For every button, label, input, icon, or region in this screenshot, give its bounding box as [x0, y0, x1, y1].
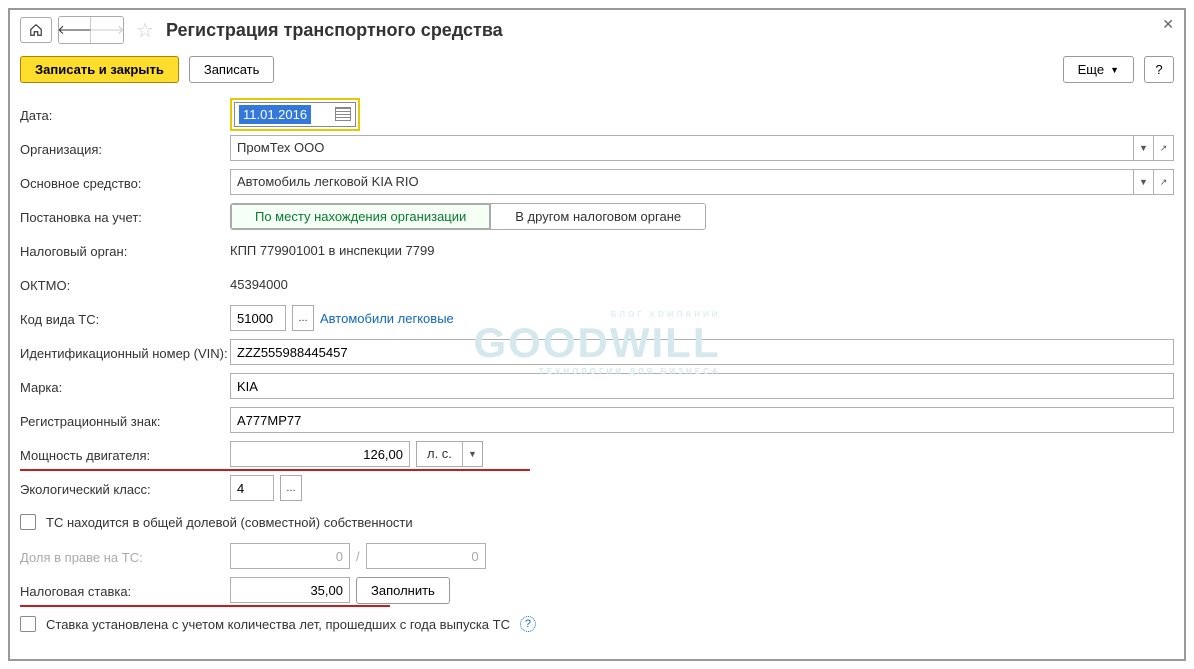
share-label: Доля в праве на ТС: [20, 548, 230, 565]
vin-input[interactable] [230, 339, 1174, 365]
tax-authority-value: КПП 779901001 в инспекции 7799 [230, 243, 434, 258]
power-unit-combo[interactable]: л. с. ▼ [416, 441, 483, 467]
share-denominator-input [366, 543, 486, 569]
oktmo-label: ОКТМО: [20, 276, 230, 293]
share-separator: / [356, 549, 360, 564]
brand-input[interactable] [230, 373, 1174, 399]
dropdown-icon[interactable]: ▼ [1133, 136, 1153, 160]
vehicle-code-input[interactable] [230, 305, 286, 331]
org-combo[interactable]: ПромТех ООО ▼ ↗ [230, 135, 1174, 161]
calendar-icon[interactable] [335, 107, 351, 121]
vehicle-code-link[interactable]: Автомобили легковые [320, 311, 454, 326]
reg-plate-label: Регистрационный знак: [20, 412, 230, 429]
ellipsis-button[interactable]: ... [280, 475, 302, 501]
reg-option-other[interactable]: В другом налоговом органе [490, 204, 705, 229]
shared-ownership-label: ТС находится в общей долевой (совместной… [46, 515, 413, 530]
brand-label: Марка: [20, 378, 230, 395]
org-label: Организация: [20, 140, 230, 157]
favorite-icon[interactable]: ☆ [136, 18, 154, 43]
eco-class-label: Экологический класс: [20, 480, 230, 497]
dropdown-icon[interactable]: ▼ [462, 442, 482, 466]
save-button[interactable]: Записать [189, 56, 275, 83]
fill-button[interactable]: Заполнить [356, 577, 450, 604]
vehicle-code-label: Код вида ТС: [20, 310, 230, 327]
forward-button[interactable]: 🡒 [91, 17, 123, 43]
help-button[interactable]: ? [1144, 56, 1174, 83]
reg-option-local[interactable]: По месту нахождения организации [231, 204, 490, 229]
rate-years-label: Ставка установлена с учетом количества л… [46, 617, 510, 632]
save-close-button[interactable]: Записать и закрыть [20, 56, 179, 83]
registration-label: Постановка на учет: [20, 208, 230, 225]
help-icon[interactable]: ? [520, 616, 536, 632]
open-icon[interactable]: ↗ [1153, 136, 1173, 160]
share-numerator-input [230, 543, 350, 569]
page-title: Регистрация транспортного средства [166, 20, 503, 41]
chevron-down-icon: ▼ [1110, 65, 1119, 75]
open-icon[interactable]: ↗ [1153, 170, 1173, 194]
date-input[interactable]: 11.01.2016 [239, 105, 311, 124]
engine-power-input[interactable] [230, 441, 410, 467]
asset-combo[interactable]: Автомобиль легковой KIA RIO ▼ ↗ [230, 169, 1174, 195]
date-field-highlight: 11.01.2016 [230, 98, 360, 131]
dropdown-icon[interactable]: ▼ [1133, 170, 1153, 194]
tax-rate-label: Налоговая ставка: [20, 582, 230, 599]
vin-label: Идентификационный номер (VIN): [20, 344, 230, 361]
shared-ownership-checkbox[interactable] [20, 514, 36, 530]
ellipsis-button[interactable]: ... [292, 305, 314, 331]
reg-plate-input[interactable] [230, 407, 1174, 433]
date-label: Дата: [20, 106, 230, 123]
oktmo-value: 45394000 [230, 277, 288, 292]
asset-label: Основное средство: [20, 174, 230, 191]
engine-power-label: Мощность двигателя: [20, 446, 230, 463]
home-button[interactable] [20, 17, 52, 43]
rate-years-checkbox[interactable] [20, 616, 36, 632]
eco-class-input[interactable] [230, 475, 274, 501]
tax-authority-label: Налоговый орган: [20, 242, 230, 259]
more-button[interactable]: Еще ▼ [1063, 56, 1134, 83]
close-icon[interactable]: ✕ [1162, 16, 1174, 33]
back-button[interactable]: 🡐 [59, 17, 91, 43]
tax-rate-input[interactable] [230, 577, 350, 603]
